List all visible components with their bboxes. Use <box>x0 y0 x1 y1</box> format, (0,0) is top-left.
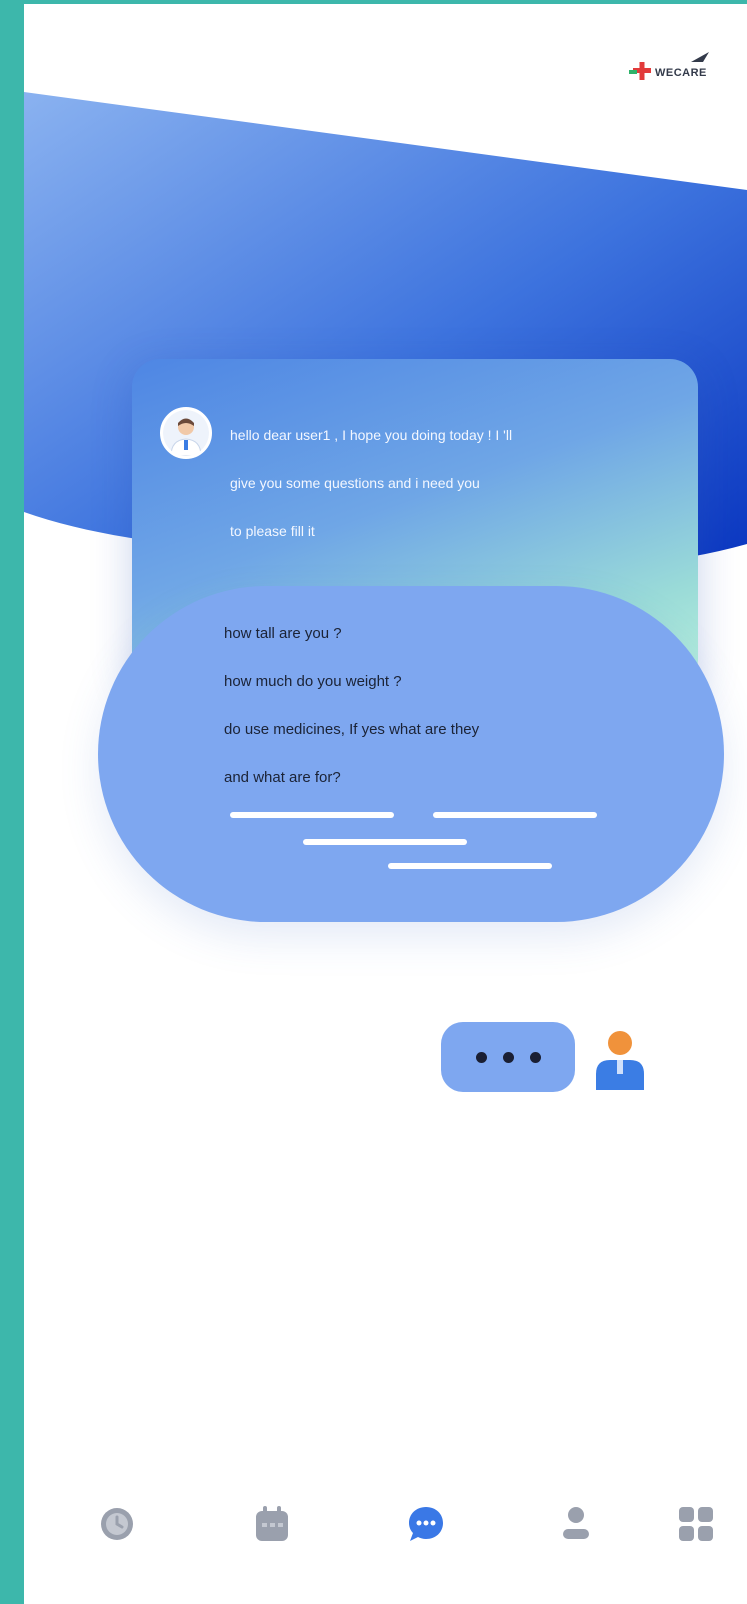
chat-icon <box>409 1507 443 1541</box>
bot-message-line: give you some questions and i need you <box>230 475 480 491</box>
brand-logo: WECARE <box>623 48 733 96</box>
clock-icon <box>101 1508 133 1540</box>
nav-profile[interactable] <box>546 1494 606 1554</box>
app-screen: WECARE hello dear user1 , I hope you doi… <box>24 4 747 1604</box>
answer-placeholder-lines <box>230 812 597 869</box>
bot-message-text: hello dear user1 , I hope you doing toda… <box>230 411 650 555</box>
bot-message-line: to please fill it <box>230 523 315 539</box>
doctor-icon <box>163 410 209 456</box>
nav-calendar[interactable] <box>242 1494 302 1554</box>
nav-clock[interactable] <box>87 1494 147 1554</box>
doctor-avatar <box>160 407 212 459</box>
grid-menu-icon <box>679 1507 713 1541</box>
questions-bubble: how tall are you ? how much do you weigh… <box>98 586 724 922</box>
nav-menu[interactable] <box>666 1494 726 1554</box>
nav-chat[interactable] <box>396 1494 456 1554</box>
logo-text: WECARE <box>655 67 707 79</box>
typing-dot <box>475 1051 487 1063</box>
typing-dot <box>529 1051 541 1063</box>
typing-indicator <box>441 1022 575 1092</box>
typing-dot <box>502 1051 514 1063</box>
user-avatar-icon <box>596 1031 644 1090</box>
bottom-nav <box>24 1484 747 1564</box>
calendar-icon <box>256 1506 288 1541</box>
profile-icon <box>563 1507 589 1539</box>
bot-message-line: hello dear user1 , I hope you doing toda… <box>230 427 513 443</box>
